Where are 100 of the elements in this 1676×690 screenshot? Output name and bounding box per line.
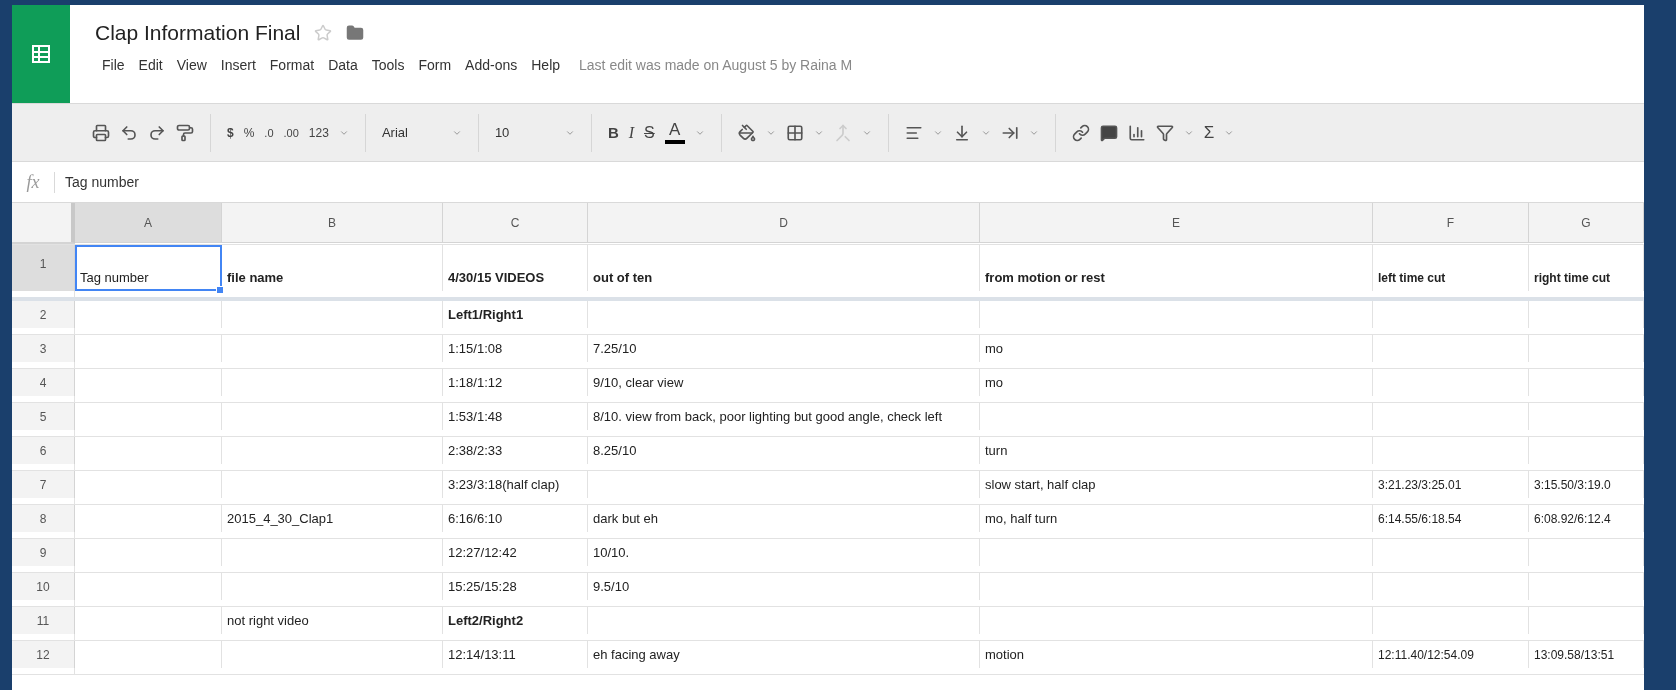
number-format-button[interactable]: 123	[308, 125, 329, 140]
table-cell[interactable]: 6:16/6:10	[443, 505, 588, 532]
table-cell[interactable]: 10/10.	[588, 539, 980, 566]
row-header[interactable]: 12	[12, 641, 75, 668]
table-cell[interactable]: Left2/Right2	[443, 607, 588, 634]
link-icon[interactable]	[1071, 123, 1090, 142]
column-header[interactable]: D	[588, 203, 980, 243]
text-color-button[interactable]: A	[664, 121, 685, 144]
menu-item[interactable]: Data	[321, 57, 365, 73]
menu-item[interactable]: File	[95, 57, 132, 73]
table-cell[interactable]: 3:23/3:18(half clap)	[443, 471, 588, 498]
last-edit-note[interactable]: Last edit was made on August 5 by Raina M	[579, 57, 853, 73]
table-cell[interactable]: motion	[980, 641, 1373, 668]
table-cell[interactable]: mo	[980, 369, 1373, 396]
table-cell[interactable]: 3:15.50/3:19.0	[1529, 471, 1644, 498]
menu-item[interactable]: Format	[262, 57, 322, 73]
column-header[interactable]: F	[1373, 203, 1529, 243]
table-cell[interactable]: Tag number	[75, 245, 222, 291]
table-cell[interactable]: not right video	[222, 607, 443, 634]
formula-field[interactable]: Tag number	[55, 174, 139, 190]
table-cell[interactable]: 13:09.58/13:51	[1529, 641, 1644, 668]
document-title[interactable]: Clap Information Final	[95, 21, 301, 45]
borders-icon[interactable]	[785, 123, 804, 142]
menu-item[interactable]: Add-ons	[458, 57, 525, 73]
table-cell[interactable]: Left1/Right1	[443, 301, 588, 328]
row-header[interactable]: 10	[12, 573, 75, 600]
row-header[interactable]: 4	[12, 369, 75, 396]
table-cell[interactable]: left time cut	[1373, 245, 1529, 291]
table-cell[interactable]: 3:21.23/3:25.01	[1373, 471, 1529, 498]
increase-decimals-button[interactable]: .00	[283, 126, 299, 139]
font-size-dropdown[interactable]: 10	[494, 125, 555, 140]
decrease-decimals-button[interactable]: .0	[264, 126, 274, 139]
table-cell[interactable]: 15:25/15:28	[443, 573, 588, 600]
table-cell[interactable]: 1:18/1:12	[443, 369, 588, 396]
table-cell[interactable]: out of ten	[588, 245, 980, 291]
table-cell[interactable]: 9/10, clear view	[588, 369, 980, 396]
filter-icon[interactable]	[1155, 123, 1174, 142]
percent-button[interactable]: %	[243, 125, 255, 140]
table-cell[interactable]: 1:15/1:08	[443, 335, 588, 362]
currency-button[interactable]: $	[227, 125, 234, 140]
folder-icon[interactable]	[346, 24, 365, 42]
row-header[interactable]: 3	[12, 335, 75, 362]
table-cell[interactable]: 8.25/10	[588, 437, 980, 464]
table-cell[interactable]: 1:53/1:48	[443, 403, 588, 430]
formula-label: fx	[12, 171, 55, 193]
menu-item[interactable]: Help	[524, 57, 568, 73]
italic-button[interactable]: I	[628, 123, 635, 142]
font-dropdown[interactable]: Arial	[381, 125, 442, 140]
table-cell[interactable]: 6:08.92/6:12.4	[1529, 505, 1644, 532]
row-header[interactable]: 6	[12, 437, 75, 464]
bold-button[interactable]: B	[607, 124, 619, 141]
functions-button[interactable]: Σ	[1203, 122, 1215, 143]
comment-icon[interactable]	[1099, 123, 1118, 142]
spreadsheet-logo[interactable]	[12, 5, 70, 103]
table-cell[interactable]: 12:27/12:42	[443, 539, 588, 566]
chart-icon[interactable]	[1127, 123, 1146, 142]
table-cell[interactable]: file name	[222, 245, 443, 291]
row-header[interactable]: 7	[12, 471, 75, 498]
strikethrough-button[interactable]: S	[644, 123, 655, 142]
table-cell[interactable]: 4/30/15 VIDEOS	[443, 245, 588, 291]
row-header[interactable]: 1	[12, 245, 75, 291]
table-cell[interactable]: from motion or rest	[980, 245, 1373, 291]
print-icon[interactable]	[92, 123, 110, 142]
table-cell[interactable]: turn	[980, 437, 1373, 464]
menu-item[interactable]: Tools	[364, 57, 412, 73]
row-header[interactable]: 8	[12, 505, 75, 532]
column-header[interactable]: G	[1529, 203, 1644, 243]
menu-item[interactable]: View	[169, 57, 214, 73]
table-cell[interactable]: 6:14.55/6:18.54	[1373, 505, 1529, 532]
star-icon[interactable]	[314, 24, 333, 42]
table-cell[interactable]: 12:11.40/12:54.09	[1373, 641, 1529, 668]
menu-item[interactable]: Insert	[213, 57, 263, 73]
table-cell[interactable]: 12:14/13:11	[443, 641, 588, 668]
table-cell[interactable]: slow start, half clap	[980, 471, 1373, 498]
table-cell[interactable]: 2:38/2:33	[443, 437, 588, 464]
menu-item[interactable]: Form	[411, 57, 459, 73]
table-cell[interactable]: 8/10. view from back, poor lighting but good angle, check left	[588, 403, 980, 430]
table-cell[interactable]: mo	[980, 335, 1373, 362]
fill-color-icon[interactable]	[737, 123, 756, 142]
table-cell[interactable]: 2015_4_30_Clap1	[222, 505, 443, 532]
paint-format-icon[interactable]	[176, 123, 194, 142]
column-header[interactable]: A	[75, 203, 222, 243]
undo-icon[interactable]	[120, 123, 138, 142]
row-header[interactable]: 9	[12, 539, 75, 566]
table-icon	[31, 44, 51, 64]
table-cell[interactable]: 9.5/10	[588, 573, 980, 600]
table-cell[interactable]: dark but eh	[588, 505, 980, 532]
column-header[interactable]: B	[222, 203, 443, 243]
column-header[interactable]: E	[980, 203, 1373, 243]
row-header[interactable]: 5	[12, 403, 75, 430]
table-cell[interactable]: mo, half turn	[980, 505, 1373, 532]
column-header[interactable]: C	[443, 203, 588, 243]
row-header[interactable]: 11	[12, 607, 75, 634]
fill-handle[interactable]	[216, 286, 224, 294]
redo-icon[interactable]	[148, 123, 166, 142]
menu-item[interactable]: Edit	[131, 57, 170, 73]
table-cell[interactable]: right time cut	[1529, 245, 1644, 291]
table-cell[interactable]: 7.25/10	[588, 335, 980, 362]
row-header[interactable]: 2	[12, 301, 75, 328]
table-cell[interactable]: eh facing away	[588, 641, 980, 668]
